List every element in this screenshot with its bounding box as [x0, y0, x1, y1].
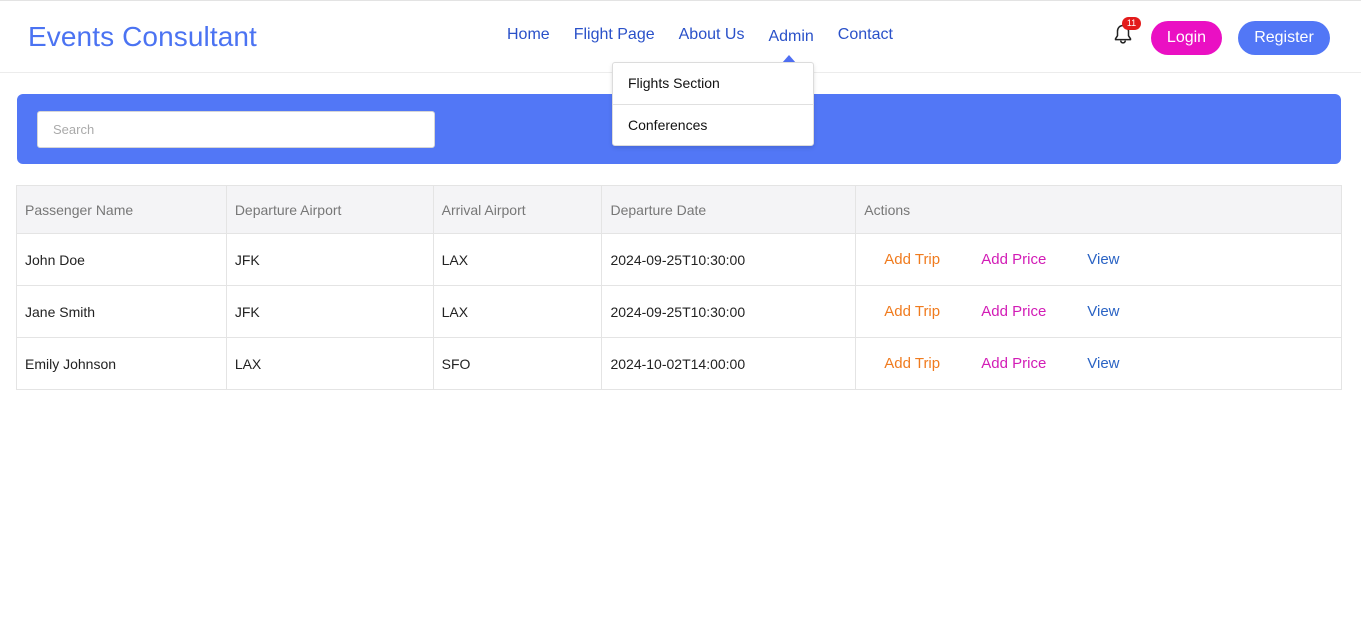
nav-about-us[interactable]: About Us	[679, 26, 745, 44]
passenger-table-container: Passenger Name Departure Airport Arrival…	[16, 185, 1342, 390]
admin-dropdown-menu: Flights Section Conferences	[612, 62, 814, 146]
register-button[interactable]: Register	[1238, 21, 1330, 55]
view-link[interactable]: View	[1087, 251, 1119, 268]
view-link[interactable]: View	[1087, 303, 1119, 320]
arrival-airport-cell: SFO	[432, 337, 603, 390]
dropdown-item-conferences[interactable]: Conferences	[613, 104, 813, 145]
table-row: John Doe JFK LAX 2024-09-25T10:30:00 Add…	[16, 233, 1342, 286]
table-header-row: Passenger Name Departure Airport Arrival…	[16, 185, 1342, 234]
add-trip-link[interactable]: Add Trip	[884, 251, 981, 268]
add-price-link[interactable]: Add Price	[981, 251, 1087, 268]
add-price-link[interactable]: Add Price	[981, 355, 1087, 372]
notification-badge: 11	[1122, 17, 1141, 30]
login-button[interactable]: Login	[1151, 21, 1222, 55]
departure-date-cell: 2024-09-25T10:30:00	[601, 233, 857, 286]
nav-flight-page[interactable]: Flight Page	[574, 26, 655, 44]
add-price-link[interactable]: Add Price	[981, 303, 1087, 320]
passenger-table: Passenger Name Departure Airport Arrival…	[16, 185, 1342, 390]
nav-contact[interactable]: Contact	[838, 26, 893, 44]
passenger-name-cell: Jane Smith	[16, 285, 227, 338]
table-row: Jane Smith JFK LAX 2024-09-25T10:30:00 A…	[16, 285, 1342, 338]
passenger-name-cell: Emily Johnson	[16, 337, 227, 390]
dropdown-item-flights-section[interactable]: Flights Section	[613, 63, 813, 104]
departure-airport-cell: JFK	[225, 233, 434, 286]
departure-date-cell: 2024-10-02T14:00:00	[601, 337, 857, 390]
nav-admin[interactable]: Admin	[768, 28, 813, 46]
main-nav: Home Flight Page About Us Admin Contact	[507, 26, 917, 46]
actions-cell: Add Trip Add Price View	[855, 285, 1342, 338]
view-link[interactable]: View	[1087, 355, 1119, 372]
column-header-departure-date: Departure Date	[601, 185, 857, 234]
departure-airport-cell: LAX	[225, 337, 434, 390]
add-trip-link[interactable]: Add Trip	[884, 355, 981, 372]
departure-airport-cell: JFK	[225, 285, 434, 338]
add-trip-link[interactable]: Add Trip	[884, 303, 981, 320]
passenger-name-cell: John Doe	[16, 233, 227, 286]
table-row: Emily Johnson LAX SFO 2024-10-02T14:00:0…	[16, 337, 1342, 390]
arrival-airport-cell: LAX	[432, 285, 603, 338]
column-header-actions: Actions	[855, 185, 1342, 234]
nav-home[interactable]: Home	[507, 26, 550, 44]
column-header-departure-airport: Departure Airport	[225, 185, 434, 234]
departure-date-cell: 2024-09-25T10:30:00	[601, 285, 857, 338]
arrival-airport-cell: LAX	[432, 233, 603, 286]
column-header-passenger-name: Passenger Name	[16, 185, 227, 234]
search-input[interactable]	[37, 111, 435, 148]
brand-title[interactable]: Events Consultant	[28, 21, 257, 53]
actions-cell: Add Trip Add Price View	[855, 337, 1342, 390]
column-header-arrival-airport: Arrival Airport	[432, 185, 603, 234]
actions-cell: Add Trip Add Price View	[855, 233, 1342, 286]
